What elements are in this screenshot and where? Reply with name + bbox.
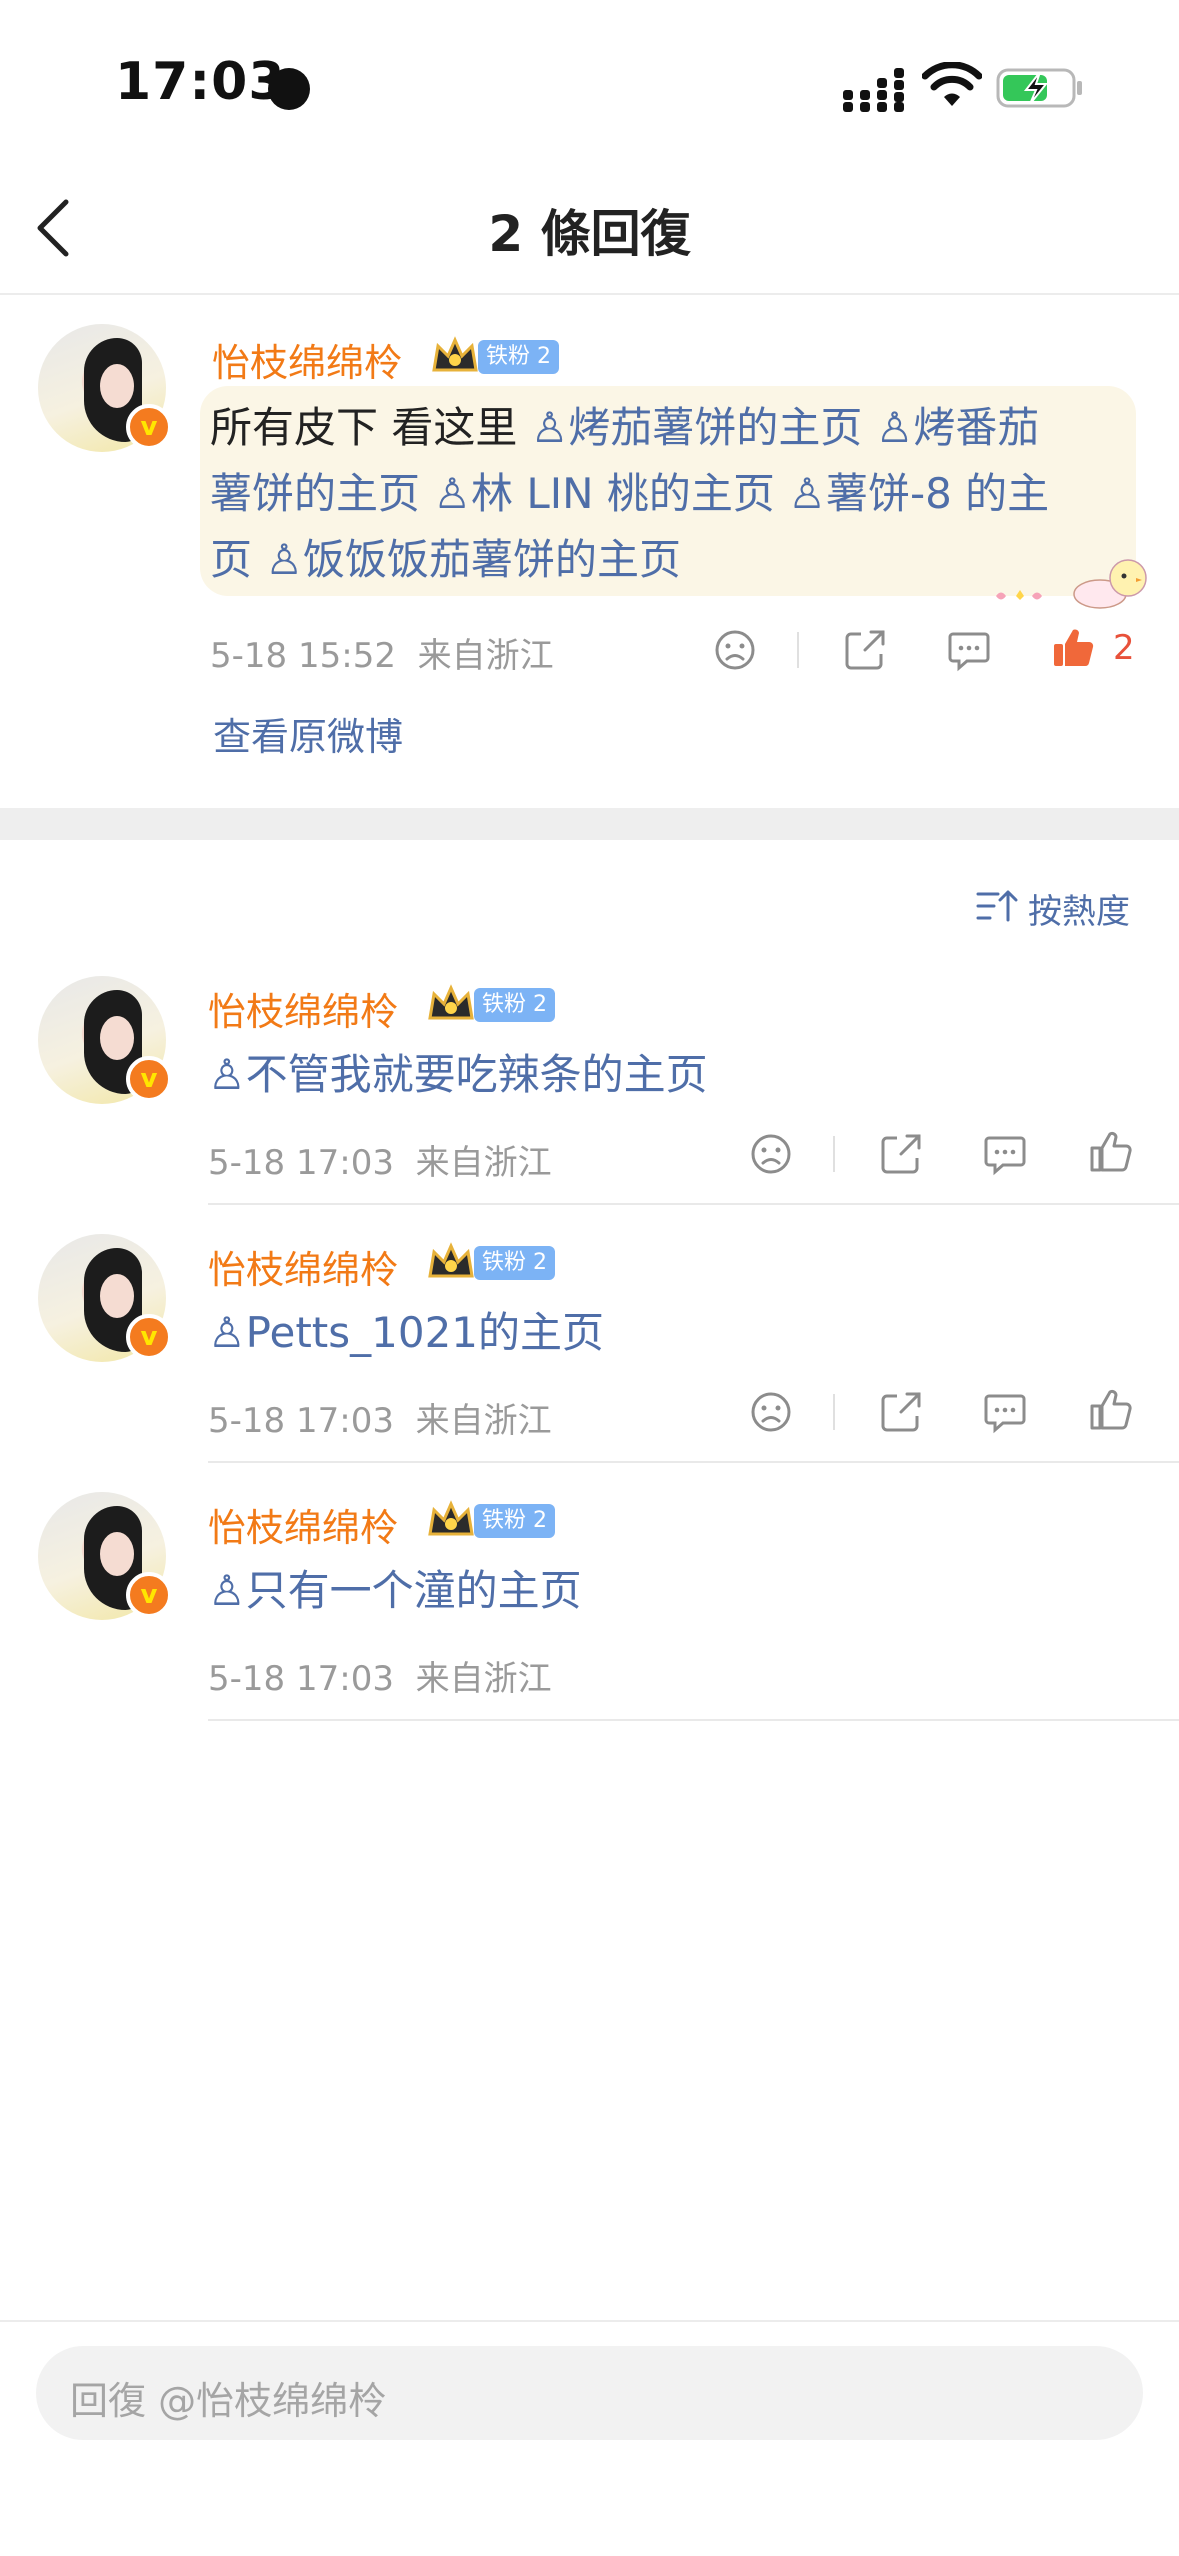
status-time: 17:03 [115, 52, 286, 112]
user-mention-icon: ♙ [788, 469, 826, 518]
comment-plain-text: 所有皮下 看这里 [210, 403, 531, 452]
user-mention-icon: ♙ [208, 1566, 246, 1615]
user-mention-icon: ♙ [208, 1050, 246, 1099]
comment-icon[interactable] [983, 1390, 1027, 1434]
verified-badge-icon: v [126, 1056, 172, 1102]
page-title: 2 條回復 [488, 205, 691, 263]
recording-indicator-icon [268, 68, 310, 110]
row-divider [208, 1203, 1179, 1205]
user-mention-icon: ♙ [208, 1308, 246, 1357]
chick-sticker-icon [996, 559, 1147, 609]
share-icon[interactable] [879, 1390, 923, 1434]
location: 来自浙江 [415, 1401, 552, 1441]
mention-link[interactable]: 页 [210, 535, 252, 584]
verified-badge-icon: v [126, 1314, 172, 1360]
mention-link[interactable]: 薯饼的主页 [210, 469, 420, 518]
comment-icon[interactable] [983, 1132, 1027, 1176]
username[interactable]: 怡枝绵绵柃 [212, 332, 402, 387]
avatar[interactable]: v [38, 1234, 172, 1362]
fan-level-badge: 铁粉 2 [478, 340, 559, 374]
mention-link[interactable]: 只有一个潼的主页 [246, 1566, 582, 1615]
avatar[interactable]: v [38, 1492, 172, 1620]
row-divider [208, 1461, 1179, 1463]
sort-icon [976, 890, 1018, 922]
user-mention-icon: ♙ [875, 403, 914, 452]
reply-timestamp: 5-18 17:03 来自浙江 [208, 1135, 552, 1184]
like-thumb-icon[interactable] [1088, 1388, 1132, 1432]
avatar[interactable]: v [38, 976, 172, 1104]
verified-badge-icon: v [126, 1572, 172, 1618]
timestamp: 5-18 15:52 [210, 636, 396, 676]
wifi-icon [922, 62, 982, 106]
reply-text: ♙不管我就要吃辣条的主页 [208, 1042, 708, 1108]
user-mention-icon: ♙ [265, 535, 304, 584]
timestamp: 5-18 17:03 [208, 1401, 394, 1441]
fan-level-badge: 铁粉 2 [474, 1246, 555, 1280]
battery-charging-icon [996, 68, 1082, 108]
username[interactable]: 怡枝绵绵柃 [208, 1497, 398, 1552]
section-separator [0, 808, 1179, 840]
user-mention-icon: ♙ [530, 403, 569, 452]
mention-link[interactable]: 烤番茄 [913, 403, 1039, 452]
dislike-face-icon[interactable] [713, 628, 757, 672]
view-original-link[interactable]: 查看原微博 [213, 706, 403, 761]
location: 来自浙江 [417, 636, 554, 676]
avatar[interactable]: v [38, 324, 172, 452]
reply-text: ♙只有一个潼的主页 [208, 1558, 582, 1624]
action-separator [797, 632, 799, 668]
crown-icon [428, 1500, 474, 1536]
reply-timestamp: 5-18 17:03 来自浙江 [208, 1393, 552, 1442]
mention-link[interactable]: 饭饭饭茄薯饼的主页 [303, 535, 681, 584]
reply-text: ♙Petts_1021的主页 [208, 1300, 604, 1366]
comment-text-line-3: 页 ♙饭饭饭茄薯饼的主页 [210, 527, 681, 593]
timestamp: 5-18 17:03 [208, 1659, 394, 1699]
mention-link[interactable]: 不管我就要吃辣条的主页 [246, 1050, 708, 1099]
row-divider [208, 1719, 1179, 1721]
fan-level-badge: 铁粉 2 [474, 988, 555, 1022]
dislike-face-icon[interactable] [749, 1132, 793, 1176]
location: 来自浙江 [415, 1143, 552, 1183]
reply-input-placeholder: 回復 @怡枝绵绵柃 [70, 2379, 387, 2423]
mention-link[interactable]: 薯饼-8 的主 [826, 469, 1049, 518]
dislike-face-icon[interactable] [749, 1390, 793, 1434]
comment-text-line-1: 所有皮下 看这里 ♙烤茄薯饼的主页 ♙烤番茄 [210, 395, 1039, 461]
share-icon[interactable] [879, 1132, 923, 1176]
share-icon[interactable] [843, 628, 887, 672]
action-separator [833, 1394, 835, 1430]
header-divider [0, 293, 1179, 295]
user-mention-icon: ♙ [433, 469, 472, 518]
crown-icon [428, 1242, 474, 1278]
cellular-signal-icon [843, 68, 904, 112]
mention-link[interactable]: 林 LIN 桃的主页 [471, 469, 775, 518]
mention-link[interactable]: 烤茄薯饼的主页 [568, 403, 862, 452]
comment-timestamp: 5-18 15:52 来自浙江 [210, 628, 554, 677]
bottom-bar-divider [0, 2320, 1179, 2322]
like-thumb-icon[interactable] [1088, 1130, 1132, 1174]
location: 来自浙江 [415, 1659, 552, 1699]
crown-icon [428, 984, 474, 1020]
timestamp: 5-18 17:03 [208, 1143, 394, 1183]
reply-timestamp: 5-18 17:03 来自浙江 [208, 1651, 552, 1700]
sort-label: 按熱度 [1028, 892, 1130, 932]
comment-icon[interactable] [947, 628, 991, 672]
mention-link[interactable]: Petts_1021的主页 [246, 1308, 604, 1357]
comment-text-line-2: 薯饼的主页 ♙林 LIN 桃的主页 ♙薯饼-8 的主 [210, 461, 1049, 527]
username[interactable]: 怡枝绵绵柃 [208, 981, 398, 1036]
like-thumb-icon[interactable] [1051, 626, 1095, 670]
fan-level-badge: 铁粉 2 [474, 1504, 555, 1538]
action-separator [833, 1136, 835, 1172]
username[interactable]: 怡枝绵绵柃 [208, 1239, 398, 1294]
crown-icon [432, 336, 478, 372]
like-count: 2 [1113, 628, 1135, 668]
verified-badge-icon: v [126, 404, 172, 450]
